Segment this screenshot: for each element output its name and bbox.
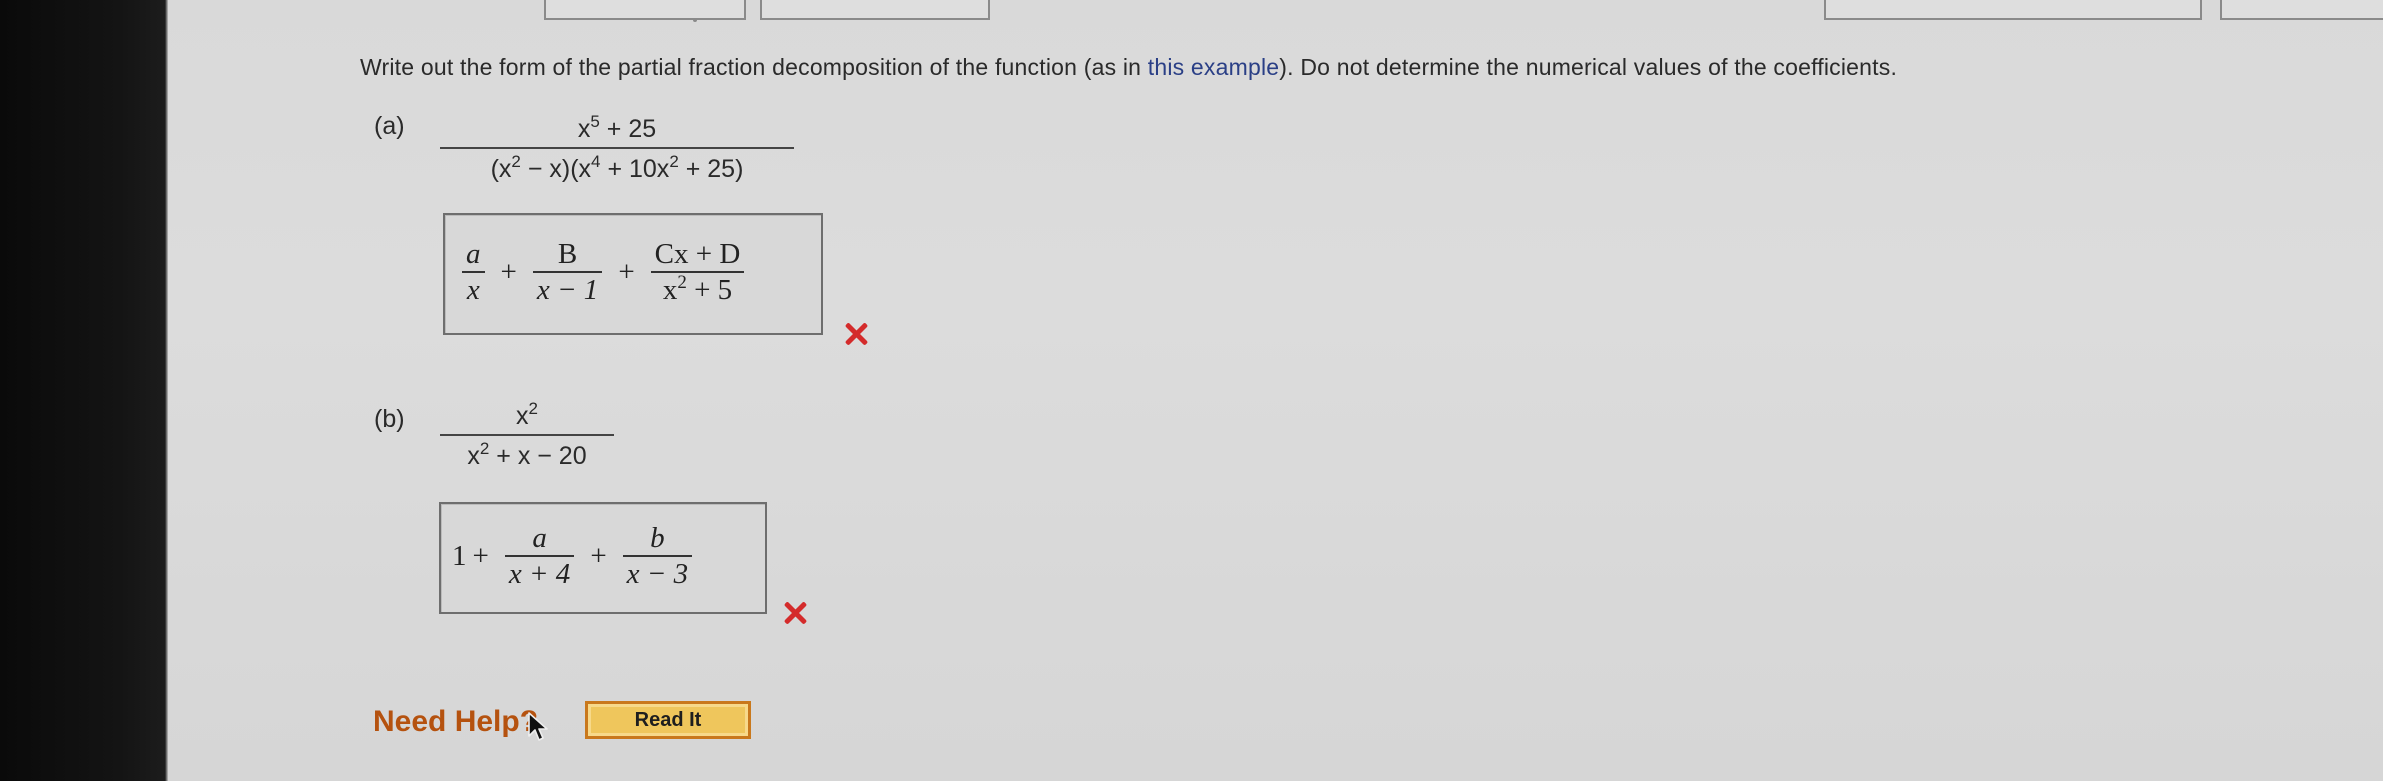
part-a-answer-expression: a x + B x − 1 + Cx + D x2 + 5 xyxy=(452,222,754,322)
part-b-label: (b) xyxy=(374,405,405,433)
term-numerator: a xyxy=(532,522,547,554)
fraction-bar xyxy=(440,434,614,436)
top-marker-dot xyxy=(693,18,697,22)
lead-term: 1 xyxy=(452,539,467,572)
num-exp: 5 xyxy=(590,112,600,131)
part-a-function: x5 + 25 (x2 − x)(x4 + 10x2 + 25) xyxy=(440,112,794,184)
part-a-numerator: x5 + 25 xyxy=(440,112,794,144)
term-denominator: x2 + 5 xyxy=(659,273,736,307)
part-b-answer-expression: 1 + a x + 4 + b x − 3 xyxy=(452,508,702,604)
question-instructions: Write out the form of the partial fracti… xyxy=(360,54,1897,81)
term-numerator: a xyxy=(466,238,481,270)
term-numerator: b xyxy=(650,522,665,554)
top-answer-box-3[interactable] xyxy=(1824,0,2202,20)
plus-sign: + xyxy=(590,539,607,572)
den-base: x xyxy=(662,274,678,306)
term-numerator: Cx + D xyxy=(654,238,741,270)
den-exp: 2 xyxy=(511,152,521,171)
den-part: + 10x xyxy=(600,155,670,183)
part-b-denominator: x2 + x − 20 xyxy=(440,439,614,471)
mouse-pointer-icon xyxy=(528,712,548,741)
instructions-text-start: Write out the form of the partial fracti… xyxy=(360,54,1148,80)
top-answer-box-4[interactable] xyxy=(2220,0,2383,20)
den-base: x xyxy=(467,442,480,470)
num-exp: 2 xyxy=(528,399,538,418)
num-base: x xyxy=(516,402,529,430)
part-b-numerator: x2 xyxy=(440,399,614,431)
fraction-bar xyxy=(440,147,794,149)
top-answer-box-1[interactable] xyxy=(544,0,746,20)
den-part: − x)(x xyxy=(520,155,592,183)
part-a-incorrect-icon xyxy=(841,319,871,349)
plus-sign: + xyxy=(472,539,489,572)
part-a-denominator: (x2 − x)(x4 + 10x2 + 25) xyxy=(440,152,794,184)
top-answer-box-2[interactable] xyxy=(760,0,990,20)
den-exp: 2 xyxy=(479,439,490,458)
term-denominator: x − 3 xyxy=(626,558,689,590)
answer-term: B x − 1 xyxy=(532,237,603,307)
term-numerator: B xyxy=(557,238,578,270)
den-exp: 2 xyxy=(677,272,687,293)
num-rest: + 25 xyxy=(599,115,657,143)
answer-term: a x + 4 xyxy=(504,521,575,591)
den-rest: + x − 20 xyxy=(489,442,587,470)
den-exp: 2 xyxy=(669,152,679,171)
answer-term: Cx + D x2 + 5 xyxy=(650,237,745,307)
instructions-text-end: ). Do not determine the numerical values… xyxy=(1279,54,1898,80)
term-denominator: x + 4 xyxy=(508,558,571,590)
example-link[interactable]: this example xyxy=(1148,54,1280,80)
part-a-label: (a) xyxy=(374,112,405,140)
plus-sign: + xyxy=(500,255,517,288)
den-exp: 4 xyxy=(591,152,601,171)
answer-term: b x − 3 xyxy=(622,521,693,591)
num-base: x xyxy=(577,115,591,143)
den-rest: + 5 xyxy=(686,274,733,306)
need-help-label: Need Help? xyxy=(373,705,539,738)
part-b-incorrect-icon xyxy=(780,598,810,628)
den-part: (x xyxy=(490,155,512,183)
den-part: + 25) xyxy=(678,155,744,183)
read-it-button[interactable]: Read It xyxy=(585,701,751,739)
term-denominator: x − 1 xyxy=(536,274,599,306)
answer-term: a x xyxy=(462,237,485,307)
term-denominator: x xyxy=(466,274,480,306)
part-b-function: x2 x2 + x − 20 xyxy=(440,399,614,471)
plus-sign: + xyxy=(618,255,635,288)
